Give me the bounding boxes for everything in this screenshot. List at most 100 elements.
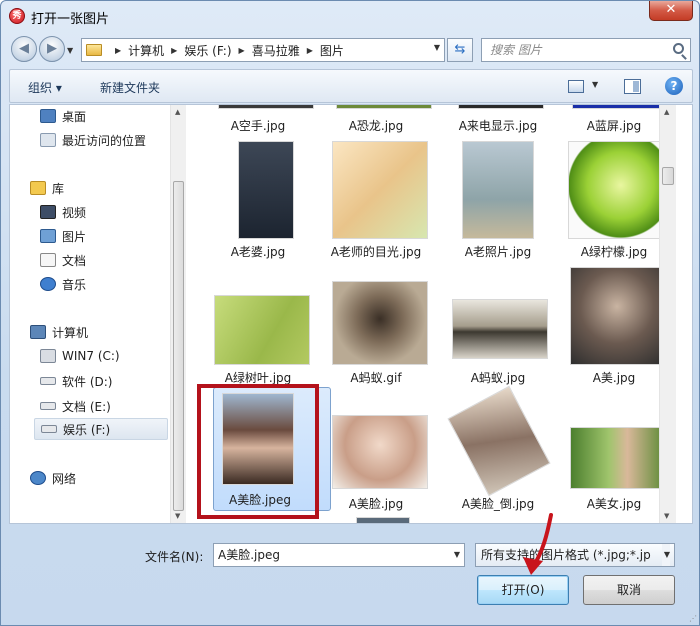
breadcrumb-drive-f[interactable]: 娱乐 (F:) [184, 42, 231, 59]
sidebar-item-computer[interactable]: 计算机 [30, 321, 88, 343]
title-bar: 秀 打开一张图片 ✕ [1, 1, 699, 31]
thumbnail [214, 295, 310, 365]
sidebar-item-documents[interactable]: 文档 [40, 249, 86, 271]
navigation-bar: ◀ ▶ ▼ ▶ 计算机 ▶ 娱乐 (F:) ▶ 喜马拉雅 ▶ 图片 ▼ ⇆ 搜索… [1, 33, 699, 67]
sidebar-item-drive-f[interactable]: 娱乐 (F:) [34, 418, 168, 440]
file-name: A来电显示.jpg [458, 119, 538, 133]
file-name: A美女.jpg [586, 497, 642, 511]
organize-button[interactable]: 组织 ▾ [28, 79, 62, 96]
sidebar-item-label: 计算机 [52, 325, 89, 340]
thumbnail [570, 267, 664, 365]
sidebar-item-drive-c[interactable]: WIN7 (C:) [40, 345, 120, 367]
sidebar-item-pictures[interactable]: 图片 [40, 225, 86, 247]
scroll-up-icon[interactable]: ▲ [175, 108, 180, 116]
chevron-right-icon[interactable]: ▶ [171, 46, 177, 55]
back-button[interactable]: ◀ [11, 36, 37, 62]
thumbnail [452, 299, 548, 359]
thumbnail [572, 105, 668, 109]
chevron-down-icon[interactable]: ▼ [661, 544, 670, 566]
sidebar-item-label: 桌面 [62, 109, 87, 124]
chevron-right-icon[interactable]: ▶ [307, 46, 313, 55]
app-icon: 秀 [9, 8, 25, 24]
scroll-up-icon[interactable]: ▲ [664, 108, 669, 116]
breadcrumb-himalaya[interactable]: 喜马拉雅 [252, 42, 300, 59]
scroll-down-icon[interactable]: ▼ [175, 512, 180, 520]
file-name: A绿柠檬.jpg [580, 245, 648, 259]
filter-value: 所有支持的图片格式 (*.jpg;*.jp [481, 548, 651, 562]
sidebar-item-library[interactable]: 库 [30, 177, 64, 199]
sidebar-item-label: 软件 (D:) [62, 374, 113, 389]
highlight-annotation-box [197, 384, 319, 519]
sidebar-item-videos[interactable]: 视频 [40, 201, 86, 223]
chevron-down-icon[interactable]: ▼ [434, 43, 440, 52]
navigation-pane: 桌面 最近访问的位置 库 视频 图片 文档 音乐 计算机 WIN7 (C:) 软… [10, 105, 186, 523]
recent-pages-dropdown[interactable]: ▼ [67, 46, 73, 55]
filename-label: 文件名(N): [145, 550, 204, 564]
refresh-button[interactable]: ⇆ [447, 38, 473, 62]
sidebar-item-drive-d[interactable]: 软件 (D:) [40, 370, 112, 392]
chevron-down-icon[interactable]: ▼ [454, 544, 460, 566]
help-icon[interactable]: ? [665, 77, 683, 95]
change-view-icon[interactable] [568, 80, 584, 93]
sidebar-item-network[interactable]: 网络 [30, 467, 76, 489]
folder-icon [86, 44, 102, 56]
library-icon [30, 181, 46, 195]
sidebar-scroll-thumb[interactable] [173, 181, 184, 511]
file-name: A老师的目光.jpg [330, 245, 422, 259]
drive-icon [40, 349, 56, 363]
sidebar-item-music[interactable]: 音乐 [40, 273, 86, 295]
address-bar[interactable]: ▶ 计算机 ▶ 娱乐 (F:) ▶ 喜马拉雅 ▶ 图片 ▼ [81, 38, 445, 62]
thumbnail [568, 141, 664, 239]
sidebar-item-label: 图片 [62, 229, 87, 244]
file-type-filter[interactable]: 所有支持的图片格式 (*.jpg;*.jp ▼ [475, 543, 675, 567]
forward-button[interactable]: ▶ [39, 36, 65, 62]
sidebar-item-drive-e[interactable]: 文档 (E:) [40, 395, 111, 417]
file-list-scroll-thumb[interactable] [662, 167, 674, 185]
filename-field[interactable]: A美脸.jpeg ▼ [213, 543, 465, 567]
scroll-down-icon[interactable]: ▼ [664, 512, 669, 520]
search-icon [673, 43, 684, 54]
command-toolbar: 组织 ▾ 新建文件夹 ▼ ? [9, 69, 693, 103]
file-name: A恐龙.jpg [348, 119, 404, 133]
thumbnail-partial[interactable] [356, 517, 410, 523]
sidebar-item-label: 网络 [52, 471, 77, 486]
file-name: A空手.jpg [230, 119, 286, 133]
search-input[interactable]: 搜索 图片 [481, 38, 691, 62]
new-folder-button[interactable]: 新建文件夹 [100, 79, 160, 96]
sidebar-item-label: WIN7 (C:) [62, 349, 120, 363]
resize-grip-icon[interactable]: ⋰ [689, 614, 697, 623]
search-placeholder: 搜索 图片 [490, 43, 542, 57]
preview-pane-icon[interactable] [624, 79, 641, 94]
network-icon [30, 471, 46, 485]
cancel-button[interactable]: 取消 [583, 575, 675, 605]
file-name: A老婆.jpg [230, 245, 286, 259]
sidebar-scrollbar[interactable]: ▲ ▼ [170, 105, 186, 523]
file-list-scrollbar[interactable]: ▲ ▼ [659, 105, 676, 523]
video-library-icon [40, 205, 56, 219]
desktop-icon [40, 109, 56, 123]
sidebar-item-label: 文档 [62, 253, 87, 268]
thumbnail [462, 141, 534, 239]
file-name: A美.jpg [592, 371, 636, 385]
breadcrumb-computer[interactable]: 计算机 [128, 42, 164, 59]
file-name: A蚂蚁.gif [350, 371, 402, 385]
file-name: A美脸_倒.jpg [461, 497, 535, 511]
chevron-right-icon[interactable]: ▶ [239, 46, 245, 55]
computer-icon [30, 325, 46, 339]
file-name: A老照片.jpg [464, 245, 532, 259]
chevron-down-icon[interactable]: ▼ [592, 80, 598, 89]
filename-value: A美脸.jpeg [218, 548, 280, 562]
sidebar-item-label: 最近访问的位置 [62, 133, 147, 148]
drive-icon [41, 425, 57, 433]
sidebar-item-label: 库 [52, 181, 65, 196]
close-button[interactable]: ✕ [649, 1, 693, 21]
sidebar-item-label: 娱乐 (F:) [63, 422, 111, 437]
sidebar-item-recent[interactable]: 最近访问的位置 [40, 129, 146, 151]
chevron-right-icon[interactable]: ▶ [115, 46, 121, 55]
music-library-icon [40, 277, 56, 291]
file-name: A蚂蚁.jpg [470, 371, 526, 385]
sidebar-item-desktop[interactable]: 桌面 [40, 105, 86, 127]
sidebar-item-label: 文档 (E:) [62, 399, 111, 414]
breadcrumb-pictures[interactable]: 图片 [320, 42, 344, 59]
thumbnail [570, 427, 666, 489]
